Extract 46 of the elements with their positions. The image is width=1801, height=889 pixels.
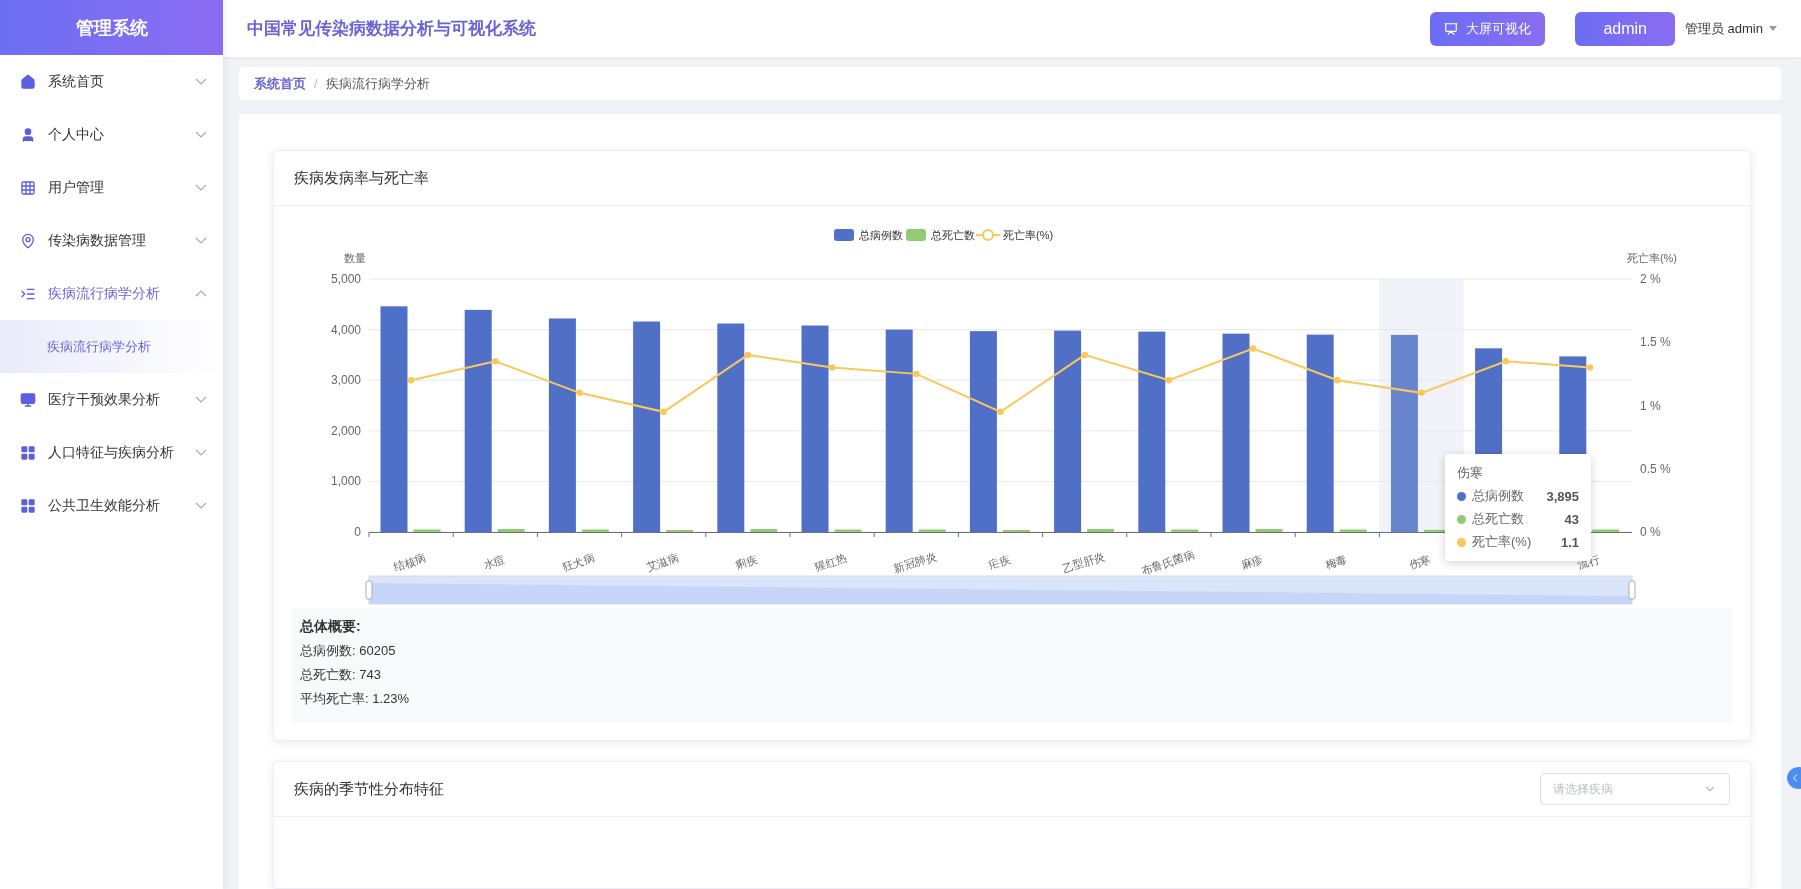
summary-heading: 总体概要: — [300, 618, 362, 636]
category-label: 痢疾 — [734, 553, 759, 572]
tooltip-value: 1.1 — [1560, 534, 1579, 550]
axis-title: 数量 — [344, 252, 366, 264]
tooltip-label: 死亡率(%) — [1472, 533, 1532, 551]
category-label: 水痘 — [481, 553, 507, 572]
tick-label: 2 % — [1640, 272, 1661, 286]
legend-label: 总病例数 — [858, 229, 903, 241]
tick-label: 1 % — [1640, 398, 1661, 413]
page-title: 中国常见传染病数据分析与可视化系统 — [247, 18, 537, 40]
summary-line: 平均死亡率: 1.23% — [300, 690, 411, 708]
summary-line: 总死亡数: 743 — [300, 666, 382, 684]
tick-label: 1,000 — [330, 474, 361, 489]
category-label: 麻疹 — [1239, 553, 1265, 572]
tick-label: 0 — [354, 525, 361, 539]
summary-line: 总病例数: 60205 — [300, 642, 397, 660]
tooltip-label: 总死亡数 — [1472, 510, 1524, 528]
tick-label: 0.5 % — [1640, 461, 1671, 476]
separator: / — [314, 76, 318, 91]
category-label: 布鲁氏菌病 — [1139, 548, 1196, 577]
legend-label: 总死亡数 — [930, 229, 975, 241]
axis-title: 死亡率(%) — [1626, 252, 1677, 264]
tick-label: 0 % — [1640, 525, 1661, 539]
category-label: 艾滋病 — [644, 551, 680, 573]
tick-label: 3,000 — [330, 373, 361, 388]
tick-label: 4,000 — [330, 322, 361, 337]
tick-label: 1.5 % — [1640, 335, 1671, 350]
tick-label: 5,000 — [330, 272, 361, 286]
category-label: 梅毒 — [1323, 553, 1349, 572]
category-label: 结核病 — [392, 551, 428, 573]
breadcrumb-item: 疾病流行病学分析 — [325, 74, 430, 93]
legend-label: 死亡率(%) — [1003, 229, 1054, 241]
category-label: 猩红热 — [813, 551, 849, 573]
category-label: 疟疾 — [986, 553, 1012, 572]
tooltip-title: 伤寒 — [1457, 464, 1484, 482]
category-label: 乙型肝炎 — [1060, 549, 1107, 575]
card-title: 疾病发病率与死亡率 — [294, 168, 429, 188]
category-label: 伤寒 — [1407, 553, 1433, 572]
tick-label: 2,000 — [330, 423, 361, 438]
tooltip-value: 3,895 — [1546, 488, 1579, 504]
category-label: 新冠肺炎 — [892, 549, 938, 575]
category-label: 狂犬病 — [560, 551, 596, 573]
brand-title: 管理系统 — [0, 0, 223, 55]
tooltip-value: 43 — [1564, 511, 1579, 527]
tooltip-label: 总病例数 — [1472, 487, 1524, 505]
card-title: 疾病的季节性分布特征 — [294, 779, 444, 799]
